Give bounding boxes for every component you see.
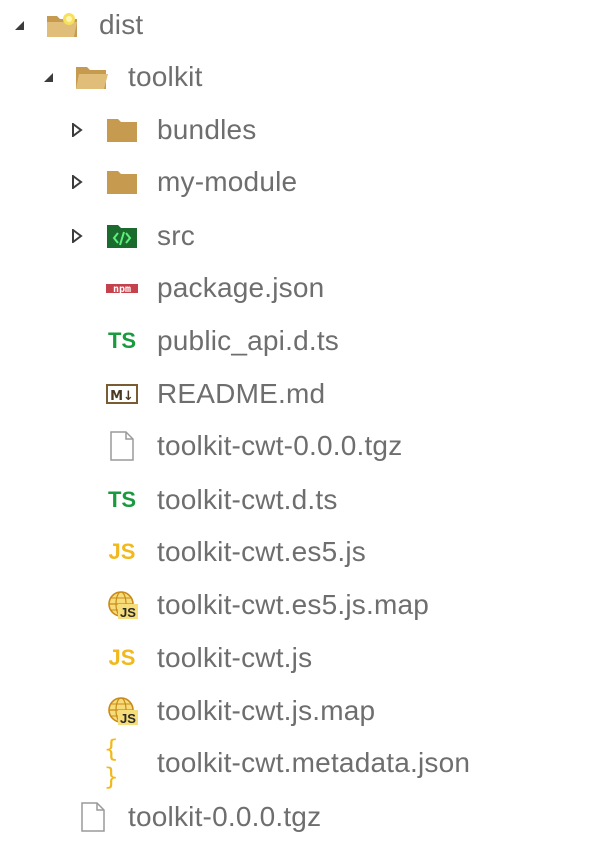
tree-item-toolkit-cwt-metadata-json[interactable]: { } toolkit-cwt.metadata.json xyxy=(0,735,598,791)
svg-text:JS: JS xyxy=(120,711,136,726)
tree-item-label: toolkit-cwt.metadata.json xyxy=(157,747,471,778)
expanded-arrow-icon[interactable] xyxy=(41,70,55,84)
tree-item-src[interactable]: src xyxy=(0,210,598,262)
tree-item-my-module[interactable]: my-module xyxy=(0,156,598,208)
javascript-icon: JS xyxy=(108,645,136,670)
svg-text:M↓: M↓ xyxy=(110,389,134,404)
typescript-icon: TS xyxy=(107,487,137,512)
tree-item-label: toolkit-cwt.js xyxy=(157,642,313,673)
tree-item-label: toolkit-cwt.js.map xyxy=(157,695,376,726)
tree-item-label: toolkit-cwt-0.0.0.tgz xyxy=(157,430,403,461)
folder-icon xyxy=(104,167,140,197)
tree-item-label: public_api.d.ts xyxy=(157,325,340,356)
tree-item-package-json[interactable]: npm package.json xyxy=(0,262,598,314)
tree-item-label: src xyxy=(157,220,195,251)
javascript-icon: JS xyxy=(108,539,136,564)
tree-item-label: README.md xyxy=(157,378,326,409)
tree-item-label: bundles xyxy=(157,114,257,145)
svg-text:npm: npm xyxy=(113,284,131,295)
tree-item-label: toolkit-0.0.0.tgz xyxy=(128,801,322,832)
collapsed-arrow-icon[interactable] xyxy=(70,229,84,243)
tree-item-label: package.json xyxy=(157,272,325,303)
file-icon xyxy=(104,431,140,461)
tree-item-toolkit-cwt-tgz[interactable]: toolkit-cwt-0.0.0.tgz xyxy=(0,420,598,472)
typescript-icon: TS xyxy=(107,328,137,353)
collapsed-arrow-icon[interactable] xyxy=(70,175,84,189)
tree-item-readme-md[interactable]: M↓ README.md xyxy=(0,368,598,420)
file-explorer-tree: dist toolkit bundles my-module src npm p… xyxy=(0,0,598,846)
collapsed-arrow-icon[interactable] xyxy=(70,123,84,137)
open-folder-icon xyxy=(45,10,81,40)
tree-item-label: toolkit-cwt.es5.js xyxy=(157,536,366,567)
js-map-icon: JS xyxy=(104,590,140,620)
tree-item-toolkit-tgz[interactable]: toolkit-0.0.0.tgz xyxy=(0,791,598,843)
tree-item-dist[interactable]: dist xyxy=(0,0,598,51)
tree-item-bundles[interactable]: bundles xyxy=(0,104,598,156)
svg-text:JS: JS xyxy=(120,605,136,620)
tree-item-label: toolkit-cwt.es5.js.map xyxy=(157,589,430,620)
tree-item-toolkit-cwt-js-map[interactable]: JS toolkit-cwt.js.map xyxy=(0,685,598,737)
js-map-icon: JS xyxy=(104,696,140,726)
tree-item-toolkit-cwt-d-ts[interactable]: TS toolkit-cwt.d.ts xyxy=(0,474,598,526)
tree-item-toolkit[interactable]: toolkit xyxy=(0,51,598,103)
folder-icon xyxy=(104,115,140,145)
file-icon xyxy=(75,802,111,832)
tree-item-public-api-d-ts[interactable]: TS public_api.d.ts xyxy=(0,315,598,367)
src-folder-icon xyxy=(104,221,140,251)
tree-item-toolkit-cwt-es5-js-map[interactable]: JS toolkit-cwt.es5.js.map xyxy=(0,579,598,631)
expanded-arrow-icon[interactable] xyxy=(12,18,26,32)
npm-icon: npm xyxy=(104,273,140,303)
tree-item-label: toolkit xyxy=(128,61,203,92)
tree-item-label: my-module xyxy=(157,166,298,197)
open-folder-icon xyxy=(74,62,110,92)
tree-item-label: dist xyxy=(99,9,144,40)
markdown-icon: M↓ xyxy=(104,379,140,409)
json-braces-icon: { } xyxy=(104,735,121,791)
tree-item-toolkit-cwt-es5-js[interactable]: JS toolkit-cwt.es5.js xyxy=(0,526,598,578)
tree-item-toolkit-cwt-js[interactable]: JS toolkit-cwt.js xyxy=(0,632,598,684)
tree-item-label: toolkit-cwt.d.ts xyxy=(157,484,338,515)
